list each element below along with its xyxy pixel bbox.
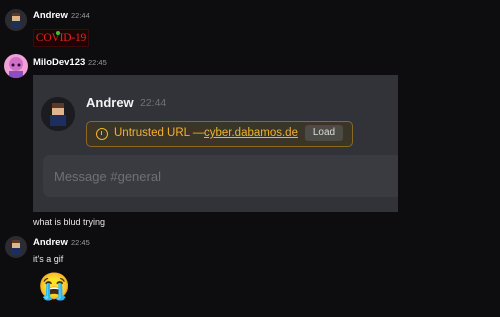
virus-icon: [56, 31, 60, 35]
untrusted-url-warning: Untrusted URL — cyber.dabamos.de Load: [86, 121, 353, 147]
message-text: it's a gif: [33, 254, 64, 264]
message-text: what is blud trying: [33, 217, 106, 227]
covid-image[interactable]: COVID-19: [33, 29, 89, 47]
avatar-image: [5, 236, 27, 258]
avatar-image: [5, 9, 27, 31]
avatar-image: [4, 54, 28, 78]
username[interactable]: Andrew: [33, 237, 68, 248]
composer-placeholder: Message #general: [54, 169, 161, 184]
crying-emoji-icon[interactable]: 😭: [38, 271, 70, 301]
timestamp: 22:45: [71, 238, 90, 247]
avatar[interactable]: [4, 54, 28, 78]
username[interactable]: Andrew: [33, 10, 68, 21]
avatar[interactable]: [5, 9, 27, 31]
avatar[interactable]: [5, 236, 27, 258]
embed-username: Andrew: [86, 95, 134, 110]
timestamp: 22:44: [71, 11, 90, 20]
covid-image-text: COVID-19: [35, 32, 87, 44]
embed-avatar: [41, 97, 75, 131]
warning-label: Untrusted URL —: [114, 127, 205, 139]
clock-icon: [96, 128, 108, 140]
embed-timestamp: 22:44: [140, 97, 167, 109]
timestamp: 22:45: [88, 58, 107, 67]
username[interactable]: MiloDev123: [33, 57, 85, 68]
embed-avatar-image: [41, 97, 75, 131]
message-composer: Message #general: [43, 155, 398, 197]
untrusted-link: cyber.dabamos.de: [204, 127, 298, 139]
load-button: Load: [305, 125, 343, 141]
embedded-screenshot[interactable]: Andrew 22:44 Untrusted URL — cyber.dabam…: [33, 75, 398, 212]
